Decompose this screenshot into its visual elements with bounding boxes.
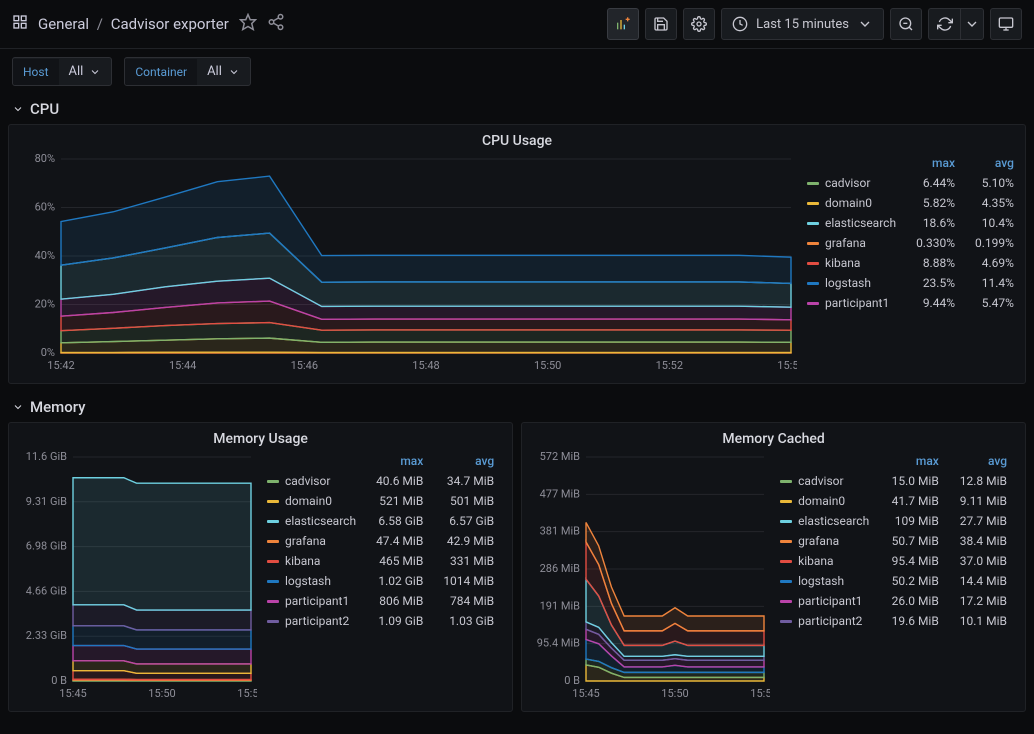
svg-text:6.98 GiB: 6.98 GiB: [26, 540, 67, 553]
legend-row[interactable]: elasticsearch18.6%10.4%: [797, 213, 1024, 233]
legend-row[interactable]: participant1806 MiB784 MiB: [257, 591, 504, 611]
legend-row[interactable]: logstash1.02 GiB1014 MiB: [257, 571, 504, 591]
svg-text:2.33 GiB: 2.33 GiB: [26, 629, 67, 642]
svg-text:20%: 20%: [35, 298, 55, 311]
svg-text:191 MiB: 191 MiB: [540, 599, 581, 612]
legend-row[interactable]: grafana47.4 MiB42.9 MiB: [257, 531, 504, 551]
svg-text:4.66 GiB: 4.66 GiB: [26, 584, 67, 597]
svg-text:0 B: 0 B: [51, 674, 67, 687]
legend-row[interactable]: elasticsearch109 MiB27.7 MiB: [770, 511, 1017, 531]
chevron-down-icon: [12, 401, 24, 413]
svg-text:0 B: 0 B: [564, 674, 580, 687]
apps-icon[interactable]: [12, 14, 28, 34]
svg-text:15:55: 15:55: [237, 687, 257, 700]
legend-row[interactable]: kibana8.88%4.69%: [797, 253, 1024, 273]
svg-text:286 MiB: 286 MiB: [540, 562, 581, 575]
svg-text:572 MiB: 572 MiB: [540, 451, 581, 463]
legend-cpu-usage: maxavgcadvisor6.44%5.10%domain05.82%4.35…: [797, 153, 1024, 377]
svg-text:95.4 MiB: 95.4 MiB: [537, 637, 580, 650]
panel-title: CPU Usage: [9, 133, 1025, 149]
time-range-picker[interactable]: Last 15 minutes: [721, 8, 884, 40]
svg-text:15:50: 15:50: [534, 359, 561, 372]
svg-text:0%: 0%: [41, 346, 55, 359]
svg-text:15:45: 15:45: [572, 687, 599, 700]
svg-text:11.6 GiB: 11.6 GiB: [26, 451, 67, 463]
chevron-down-icon: [12, 103, 24, 115]
add-panel-button[interactable]: [607, 8, 639, 40]
legend-row[interactable]: participant219.6 MiB10.1 MiB: [770, 611, 1017, 631]
legend-memory-cached: maxavgcadvisor15.0 MiB12.8 MiBdomain041.…: [770, 451, 1017, 705]
refresh-interval-button[interactable]: [960, 8, 984, 40]
panel-cpu-usage[interactable]: CPU Usage 0% 20% 40% 60% 80% 15:42 15:44 15:46 1…: [8, 124, 1026, 384]
svg-text:15:52: 15:52: [656, 359, 683, 372]
section-header-memory[interactable]: Memory: [0, 392, 1034, 422]
legend-row[interactable]: elasticsearch6.58 GiB6.57 GiB: [257, 511, 504, 531]
svg-text:15:45: 15:45: [59, 687, 86, 700]
legend-row[interactable]: logstash23.5%11.4%: [797, 273, 1024, 293]
share-icon[interactable]: [267, 13, 285, 35]
svg-text:15:48: 15:48: [412, 359, 439, 372]
svg-text:381 MiB: 381 MiB: [540, 525, 581, 538]
panel-memory-usage[interactable]: Memory Usage 0 B 2.33 GiB 4.66 GiB 6.98 GiB…: [8, 422, 513, 712]
legend-row[interactable]: participant19.44%5.47%: [797, 293, 1024, 313]
panel-title: Memory Cached: [522, 431, 1025, 447]
variable-host[interactable]: Host All: [12, 57, 112, 86]
variable-container-label: Container: [125, 59, 197, 85]
legend-row[interactable]: cadvisor40.6 MiB34.7 MiB: [257, 471, 504, 491]
svg-text:15:50: 15:50: [661, 687, 688, 700]
variable-container[interactable]: Container All: [124, 57, 251, 86]
svg-text:15:55: 15:55: [750, 687, 770, 700]
legend-memory-usage: maxavgcadvisor40.6 MiB34.7 MiBdomain0521…: [257, 451, 504, 705]
legend-row[interactable]: kibana95.4 MiB37.0 MiB: [770, 551, 1017, 571]
breadcrumb[interactable]: General / Cadvisor exporter: [38, 15, 229, 33]
variable-host-label: Host: [13, 59, 59, 85]
variable-container-value: All: [207, 64, 222, 79]
chart-memory-cached[interactable]: 0 B 95.4 MiB 191 MiB 286 MiB 381 MiB 477 MiB 5…: [530, 451, 770, 705]
svg-text:15:46: 15:46: [291, 359, 318, 372]
svg-text:60%: 60%: [35, 201, 55, 214]
legend-row[interactable]: domain041.7 MiB9.11 MiB: [770, 491, 1017, 511]
chart-cpu-usage[interactable]: 0% 20% 40% 60% 80% 15:42 15:44 15:46 15:48 15:50 1…: [17, 153, 797, 377]
dashboard-topbar: General / Cadvisor exporter Last 15 minu…: [0, 0, 1034, 49]
legend-row[interactable]: cadvisor6.44%5.10%: [797, 173, 1024, 193]
legend-row[interactable]: domain0521 MiB501 MiB: [257, 491, 504, 511]
legend-row[interactable]: grafana0.330%0.199%: [797, 233, 1024, 253]
section-header-cpu[interactable]: CPU: [0, 94, 1034, 124]
svg-text:15:44: 15:44: [169, 359, 196, 372]
zoom-out-button[interactable]: [890, 8, 922, 40]
panel-memory-cached[interactable]: Memory Cached 0 B 95.4 MiB 191 MiB 286 MiB 3…: [521, 422, 1026, 712]
svg-text:15:50: 15:50: [148, 687, 175, 700]
star-icon[interactable]: [239, 13, 257, 35]
legend-row[interactable]: participant126.0 MiB17.2 MiB: [770, 591, 1017, 611]
variable-host-value: All: [69, 64, 84, 79]
page-title[interactable]: Cadvisor exporter: [111, 15, 229, 33]
variable-bar: Host All Container All: [0, 49, 1034, 94]
save-button[interactable]: [645, 8, 677, 40]
legend-row[interactable]: participant21.09 GiB1.03 GiB: [257, 611, 504, 631]
legend-row[interactable]: domain05.82%4.35%: [797, 193, 1024, 213]
legend-row[interactable]: kibana465 MiB331 MiB: [257, 551, 504, 571]
svg-text:477 MiB: 477 MiB: [540, 487, 581, 500]
svg-text:15:42: 15:42: [47, 359, 74, 372]
svg-text:40%: 40%: [35, 249, 55, 262]
svg-text:15:54: 15:54: [777, 359, 797, 372]
svg-text:9.31 GiB: 9.31 GiB: [26, 495, 67, 508]
section-title-memory: Memory: [30, 398, 86, 416]
breadcrumb-folder[interactable]: General: [38, 15, 89, 33]
chevron-down-icon: [228, 66, 240, 78]
tv-mode-button[interactable]: [990, 8, 1022, 40]
legend-row[interactable]: cadvisor15.0 MiB12.8 MiB: [770, 471, 1017, 491]
chevron-down-icon: [89, 66, 101, 78]
settings-button[interactable]: [683, 8, 715, 40]
panel-title: Memory Usage: [9, 431, 512, 447]
svg-text:80%: 80%: [35, 153, 55, 165]
legend-row[interactable]: logstash50.2 MiB14.4 MiB: [770, 571, 1017, 591]
chevron-down-icon: [857, 16, 873, 32]
legend-row[interactable]: grafana50.7 MiB38.4 MiB: [770, 531, 1017, 551]
chart-memory-usage[interactable]: 0 B 2.33 GiB 4.66 GiB 6.98 GiB 9.31 GiB 11.6 …: [17, 451, 257, 705]
section-title-cpu: CPU: [30, 100, 59, 118]
refresh-button[interactable]: [928, 8, 960, 40]
time-range-label: Last 15 minutes: [756, 17, 849, 32]
